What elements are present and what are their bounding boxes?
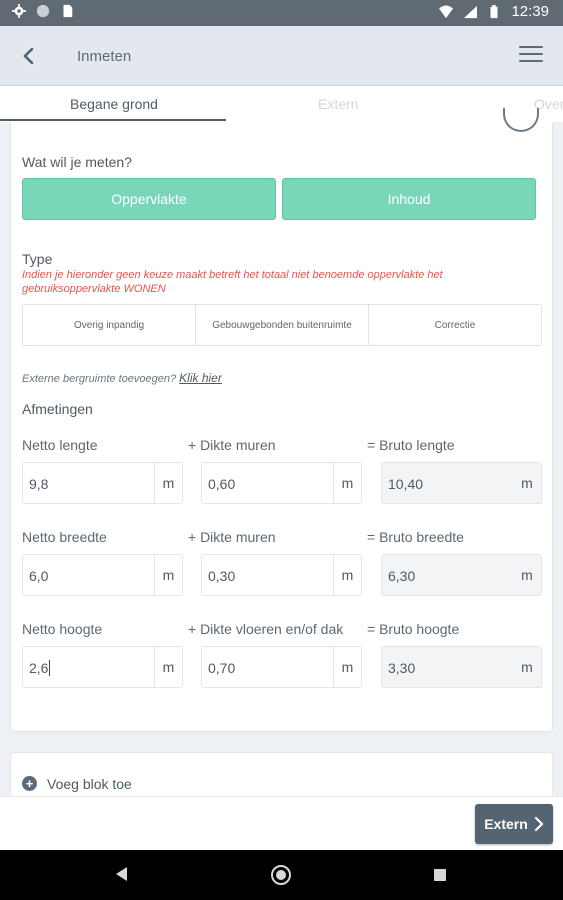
bruto-breedte-field: 6,30 m xyxy=(381,554,542,596)
unit-label: m xyxy=(333,463,361,503)
nav-home-icon[interactable] xyxy=(271,865,291,885)
oppervlakte-button[interactable]: Oppervlakte xyxy=(22,178,276,220)
dikte-muren-lengte-label: + Dikte muren xyxy=(188,437,276,453)
bruto-lengte-field: 10,40 m xyxy=(381,462,542,504)
inhoud-button[interactable]: Inhoud xyxy=(282,178,536,220)
unit-label: m xyxy=(333,647,361,687)
page-title: Inmeten xyxy=(77,48,132,65)
record-icon xyxy=(36,4,50,18)
segment-correctie[interactable]: Correctie xyxy=(369,305,541,345)
netto-hoogte-input[interactable]: 2,6 m xyxy=(22,646,183,688)
text-cursor xyxy=(49,660,51,676)
chevron-right-icon xyxy=(534,816,544,832)
unit-label: m xyxy=(521,567,533,583)
next-button-label: Extern xyxy=(484,816,528,832)
next-extern-button[interactable]: Extern xyxy=(475,804,553,844)
extra-storage-prompt: Externe bergruimte toevoegen? Klik hier xyxy=(22,371,222,385)
bruto-hoogte-field: 3,30 m xyxy=(381,646,542,688)
bruto-breedte-label: = Bruto breedte xyxy=(367,529,464,545)
dikte-muren-breedte-value: 0,30 xyxy=(208,568,236,584)
unit-label: m xyxy=(521,475,533,491)
active-tab-indicator xyxy=(0,119,226,121)
dikte-vloeren-label: + Dikte vloeren en/of dak xyxy=(188,621,344,637)
dikte-muren-breedte-label: + Dikte muren xyxy=(188,529,276,545)
add-block-label[interactable]: Voeg blok toe xyxy=(47,776,132,792)
nav-recent-apps-icon[interactable] xyxy=(434,869,446,881)
afmetingen-heading: Afmetingen xyxy=(22,401,93,417)
status-time: 12:39 xyxy=(511,3,549,20)
unit-label: m xyxy=(154,463,182,503)
signal-icon xyxy=(464,5,478,18)
tab-extern[interactable]: Extern xyxy=(318,96,358,112)
extra-storage-link[interactable]: Klik hier xyxy=(179,371,222,385)
bruto-lengte-label: = Bruto lengte xyxy=(367,437,455,453)
segment-gebouwgebonden-buitenruimte[interactable]: Gebouwgebonden buitenruimte xyxy=(196,305,369,345)
wifi-icon xyxy=(439,4,454,18)
hamburger-menu-icon[interactable] xyxy=(519,46,543,64)
netto-lengte-value: 9,8 xyxy=(29,476,49,492)
status-bar: 12:39 xyxy=(0,0,563,26)
bruto-hoogte-value: 3,30 xyxy=(388,660,416,676)
unit-label: m xyxy=(154,647,182,687)
unit-label: m xyxy=(521,659,533,675)
extra-storage-text: Externe bergruimte toevoegen? xyxy=(22,373,177,385)
netto-lengte-label: Netto lengte xyxy=(22,437,98,453)
netto-lengte-input[interactable]: 9,8 m xyxy=(22,462,183,504)
back-arrow-icon[interactable] xyxy=(18,42,42,70)
type-note: Indien je hieronder geen keuze maakt bet… xyxy=(22,269,443,295)
netto-breedte-label: Netto breedte xyxy=(22,529,107,545)
unit-label: m xyxy=(154,555,182,595)
add-circle-icon[interactable]: + xyxy=(22,776,37,791)
netto-hoogte-value: 2,6 xyxy=(29,660,51,676)
type-segmented-control: Overig inpandig Gebouwgebonden buitenrui… xyxy=(22,304,542,346)
measure-question: Wat wil je meten? xyxy=(22,154,132,170)
dikte-vloeren-input[interactable]: 0,70 m xyxy=(201,646,362,688)
battery-icon xyxy=(490,4,498,18)
type-label: Type xyxy=(22,251,53,267)
dikte-muren-lengte-value: 0,60 xyxy=(208,476,236,492)
segment-overig-inpandig[interactable]: Overig inpandig xyxy=(23,305,196,345)
netto-breedte-input[interactable]: 6,0 m xyxy=(22,554,183,596)
tab-bar: Begane grond Extern Over xyxy=(0,86,563,122)
dikte-muren-breedte-input[interactable]: 0,30 m xyxy=(201,554,362,596)
dikte-vloeren-value: 0,70 xyxy=(208,660,236,676)
unit-label: m xyxy=(333,555,361,595)
bruto-hoogte-label: = Bruto hoogte xyxy=(367,621,460,637)
netto-hoogte-label: Netto hoogte xyxy=(22,621,103,637)
tab-begane-grond[interactable]: Begane grond xyxy=(70,96,158,112)
dikte-muren-lengte-input[interactable]: 0,60 m xyxy=(201,462,362,504)
bruto-lengte-value: 10,40 xyxy=(388,476,424,492)
sd-card-icon xyxy=(63,4,73,18)
nav-back-icon[interactable] xyxy=(116,867,127,881)
bruto-breedte-value: 6,30 xyxy=(388,568,416,584)
netto-breedte-value: 6,0 xyxy=(29,568,49,584)
settings-icon xyxy=(12,4,26,18)
netto-hoogte-text: 2,6 xyxy=(29,660,49,676)
app-bar: Inmeten xyxy=(0,26,563,86)
